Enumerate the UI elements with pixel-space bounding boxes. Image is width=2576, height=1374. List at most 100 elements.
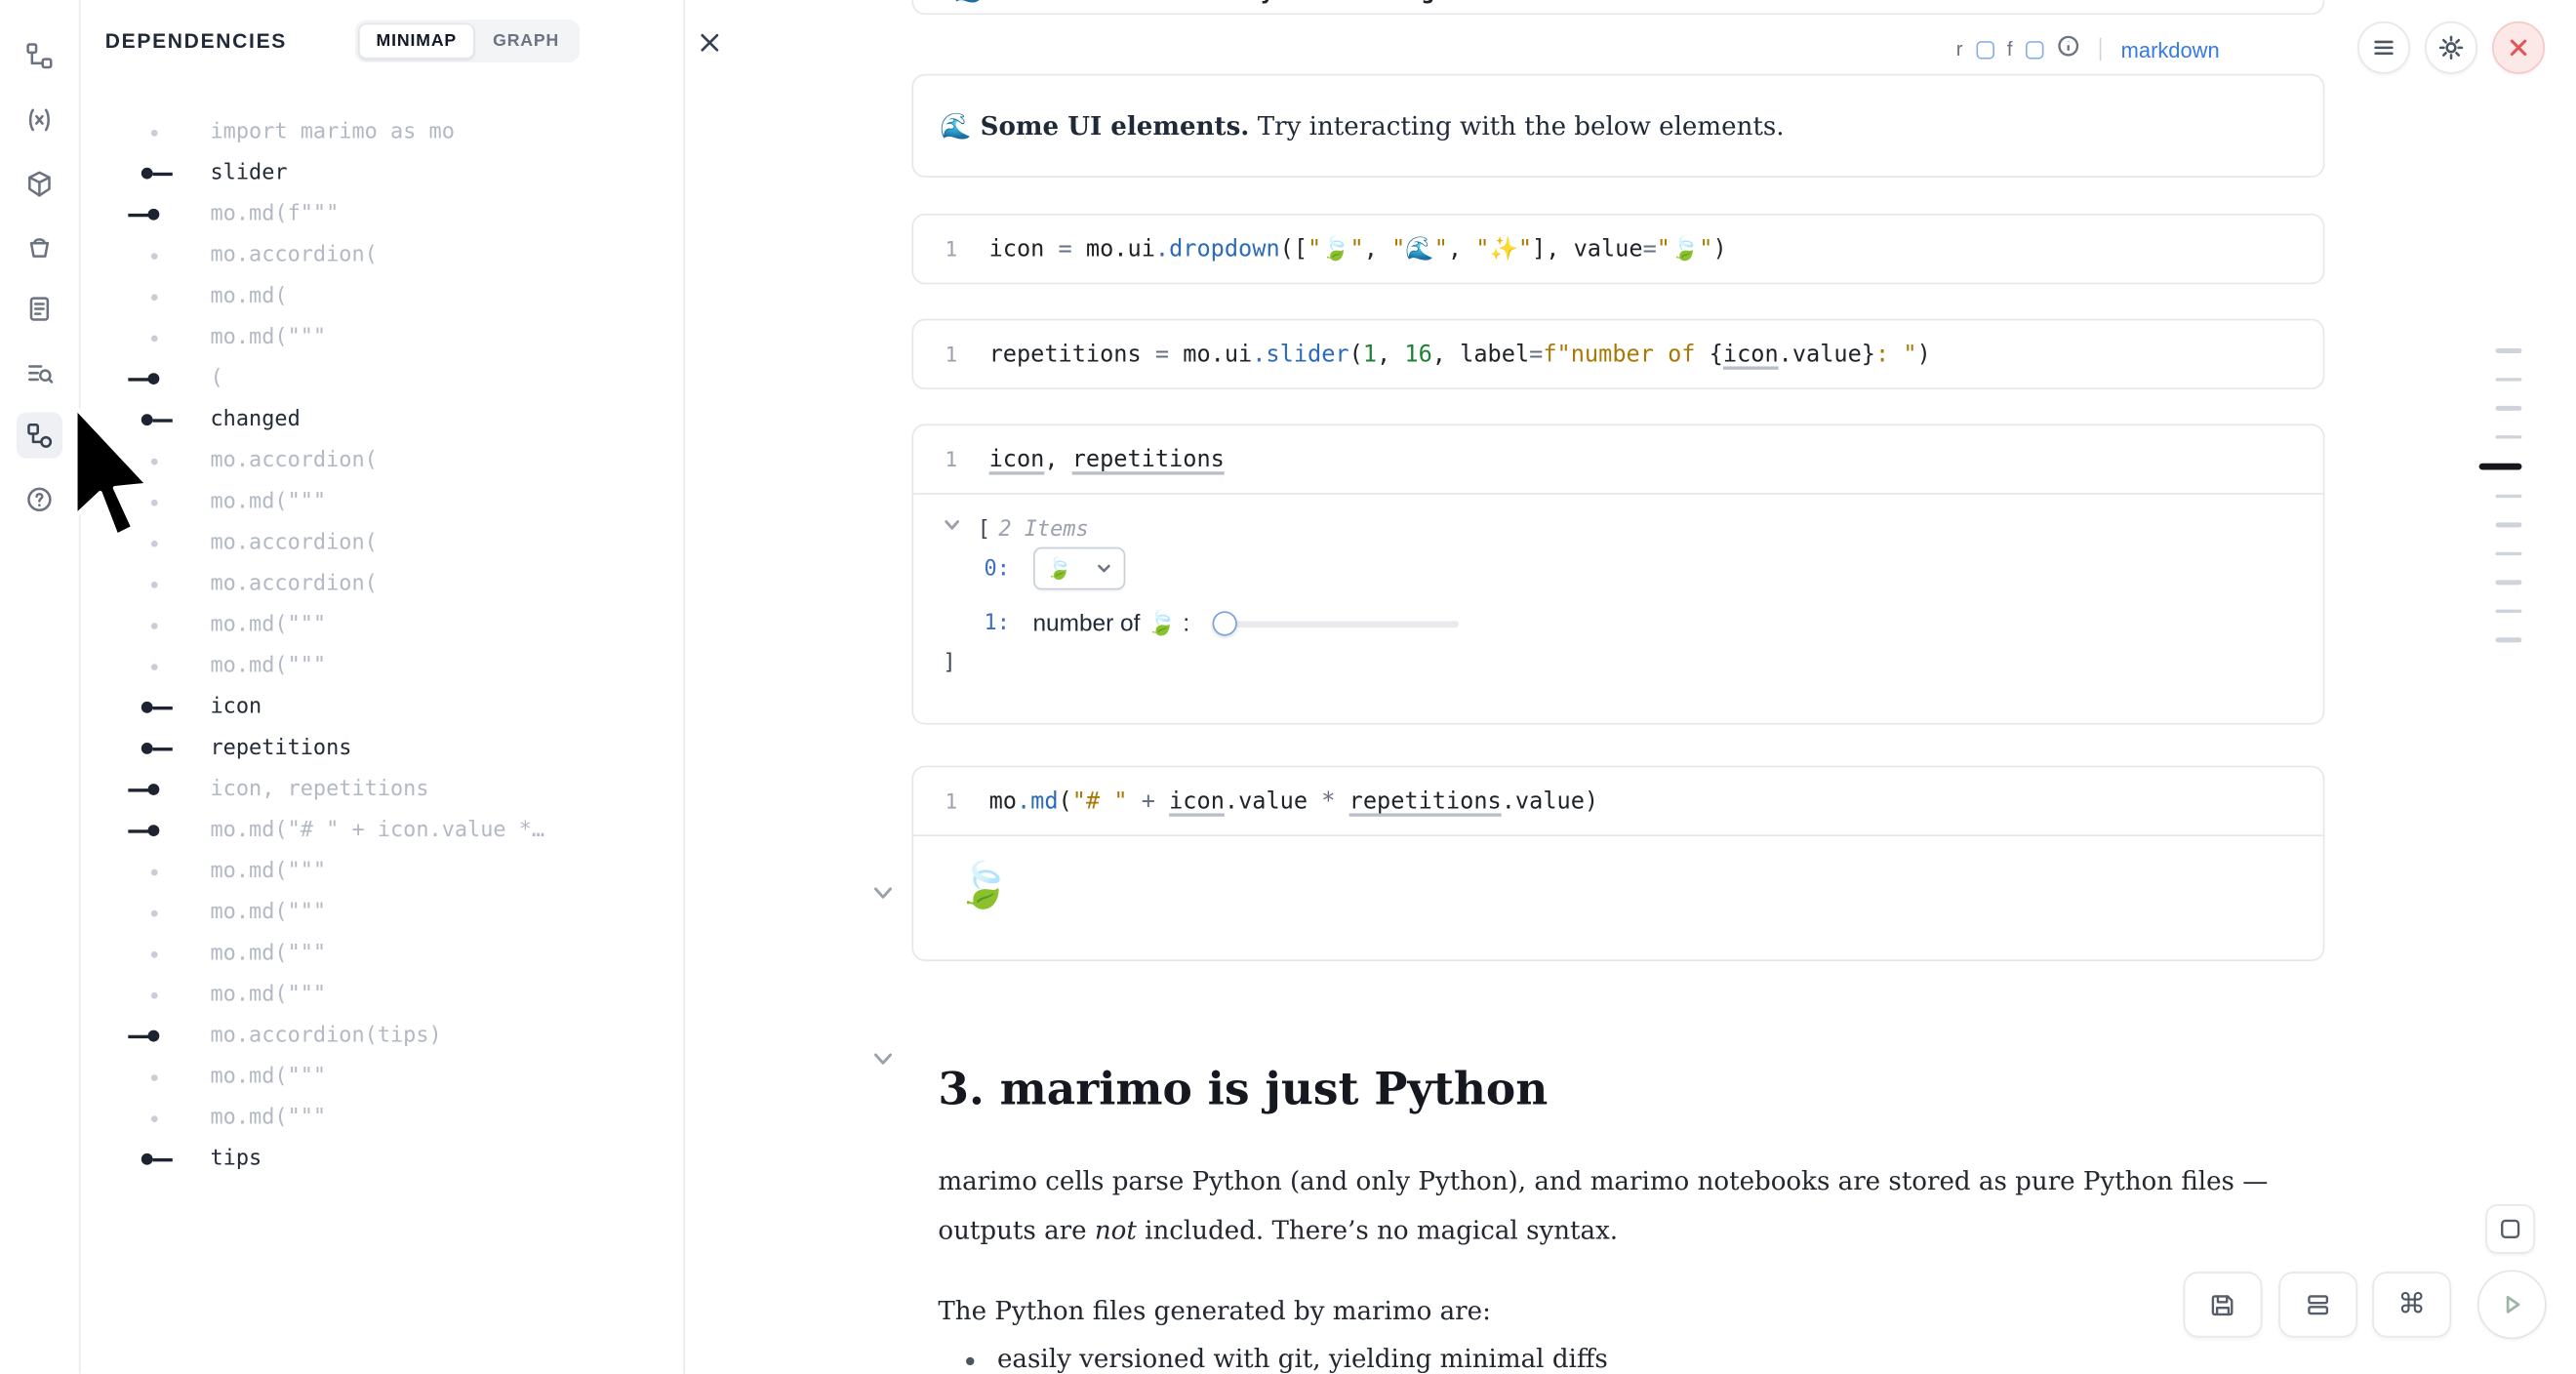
logs-icon[interactable] [17, 350, 62, 396]
code-cell-slider[interactable]: 1 repetitions = mo.ui.slider(1, 16, labe… [911, 319, 2324, 389]
packages-icon[interactable] [17, 161, 62, 207]
checkbox-r[interactable] [1976, 40, 1994, 59]
dependency-row[interactable]: tips [79, 1139, 682, 1180]
tree-collapse-icon[interactable] [943, 516, 969, 543]
dependency-row[interactable]: mo.md(""" [79, 605, 682, 646]
dependency-row[interactable]: mo.md(""" [79, 851, 682, 892]
tree-index-0: 0: [985, 556, 1010, 581]
section-paragraph-2: The Python files generated by marimo are… [938, 1285, 2293, 1335]
dependency-label: mo.md(""" [211, 325, 327, 349]
hint-f: f [2007, 38, 2013, 61]
dependency-row[interactable]: mo.accordion( [79, 235, 682, 276]
dependency-row[interactable]: import marimo as mo [79, 111, 682, 152]
dependency-row[interactable]: slider [79, 153, 682, 194]
checkbox-f[interactable] [2026, 40, 2044, 59]
dependency-label: repetitions [211, 736, 352, 760]
dependency-label: mo.accordion( [211, 572, 378, 596]
minimap-cell-line[interactable] [2495, 377, 2521, 381]
output-bold-text: 🌊 Some UI elements. [940, 110, 1249, 141]
dependencies-panel-title: DEPENDENCIES [105, 29, 287, 53]
save-button[interactable] [2184, 1272, 2263, 1337]
data-sources-icon[interactable] [17, 223, 62, 269]
code-line[interactable]: mo.md("# " + icon.value * repetitions.va… [989, 788, 1599, 814]
dependency-label: mo.md(""" [211, 901, 327, 925]
dependency-label: mo.md(""" [211, 490, 327, 514]
code-cell-tuple[interactable]: 1 icon, repetitions [ 2 Items 0: 🍃 1: nu [911, 424, 2324, 724]
dependency-row[interactable]: mo.md(""" [79, 1057, 682, 1098]
code-line[interactable]: repetitions = mo.ui.slider(1, 16, label=… [989, 341, 1931, 367]
dependency-row[interactable]: mo.md(""" [79, 317, 682, 358]
line-number: 1 [913, 447, 988, 471]
tab-graph[interactable]: GRAPH [475, 23, 578, 60]
file-tree-icon[interactable] [17, 33, 62, 79]
code-line[interactable]: icon, repetitions [989, 446, 1225, 472]
dependency-row[interactable]: mo.md(""" [79, 892, 682, 933]
dependency-row[interactable]: mo.accordion( [79, 563, 682, 604]
dependency-row[interactable]: changed [79, 399, 682, 440]
minimap-cell-line[interactable] [2495, 522, 2521, 526]
dependency-label: mo.accordion( [211, 531, 378, 555]
code-line[interactable]: icon = mo.ui.dropdown(["🍃", "🌊", "✨"], v… [989, 236, 1727, 263]
minimap-cell-line[interactable] [2495, 494, 2521, 498]
dependencies-panel: DEPENDENCIES MINIMAP GRAPH import marimo… [79, 0, 685, 1374]
scratchpad-icon[interactable] [17, 286, 62, 332]
tree-index-1: 1: [985, 611, 1010, 635]
dependency-row[interactable]: mo.accordion( [79, 522, 682, 563]
close-icon[interactable] [697, 29, 726, 59]
dependency-row[interactable]: mo.accordion( [79, 440, 682, 481]
dependency-row[interactable]: mo.accordion(tips) [79, 1016, 682, 1057]
cell-toolbar: r f markdown [911, 29, 2324, 68]
dependency-label: ( [211, 366, 223, 390]
dependency-row[interactable]: icon [79, 687, 682, 728]
keyboard-shortcuts-button[interactable]: ⌘ [2372, 1272, 2451, 1337]
dependencies-icon[interactable] [17, 413, 62, 459]
minimap-cell-line[interactable] [2495, 637, 2521, 641]
repetitions-slider[interactable] [1213, 610, 1460, 636]
minimap-cell-line[interactable] [2495, 406, 2521, 410]
slider-knob[interactable] [1213, 610, 1237, 634]
dropdown-select[interactable]: 🍃 [1032, 547, 1124, 590]
help-icon[interactable] [17, 476, 62, 522]
dependency-row[interactable]: mo.md(""" [79, 481, 682, 522]
output-rest-text: Try interacting with the below elements. [1249, 111, 1784, 141]
menu-button[interactable] [2357, 21, 2410, 74]
dependency-row[interactable]: mo.md(f""" [79, 194, 682, 235]
minimap-cell-line[interactable] [2495, 434, 2521, 438]
slider-track[interactable] [1223, 621, 1459, 627]
info-icon[interactable] [2057, 34, 2080, 65]
section-collapse-icon[interactable] [870, 1046, 897, 1072]
dependency-row[interactable]: mo.md( [79, 276, 682, 317]
run-all-button[interactable] [2477, 1270, 2547, 1339]
left-icon-rail [0, 0, 80, 1374]
settings-button[interactable] [2425, 21, 2477, 74]
shutdown-button[interactable] [2492, 21, 2545, 74]
dependency-row[interactable]: mo.md(""" [79, 974, 682, 1015]
minimap-cell-line[interactable] [2479, 464, 2522, 469]
minimap-cell-line[interactable] [2495, 580, 2521, 584]
markdown-output-cell: 🌊 Some UI elements. Try interacting with… [911, 74, 2324, 178]
dependency-label: mo.md("# " + icon.value *… [211, 818, 545, 842]
code-cell-md[interactable]: 1 mo.md("# " + icon.value * repetitions.… [911, 766, 2324, 961]
tab-minimap[interactable]: MINIMAP [358, 23, 475, 60]
minimap-cell-line[interactable] [2495, 609, 2521, 613]
dependency-row[interactable]: repetitions [79, 728, 682, 769]
dependency-row[interactable]: mo.md("# " + icon.value *… [79, 810, 682, 851]
dependency-row[interactable]: ( [79, 358, 682, 399]
cell-mode-label[interactable]: markdown [2121, 37, 2220, 61]
code-cell-dropdown[interactable]: 1 icon = mo.ui.dropdown(["🍃", "🌊", "✨"],… [911, 214, 2324, 284]
minimap-cell-line[interactable] [2495, 348, 2521, 352]
dependency-row[interactable]: icon, repetitions [79, 769, 682, 810]
dependency-row[interactable]: mo.md(""" [79, 646, 682, 687]
save-icon [2210, 1291, 2236, 1317]
dependency-row[interactable]: mo.md(""" [79, 1098, 682, 1139]
dependency-row[interactable]: mo.md(""" [79, 933, 682, 974]
dependency-label: mo.md(""" [211, 1106, 327, 1130]
dependency-label: import marimo as mo [211, 120, 455, 144]
panel-toggle-button[interactable] [2485, 1204, 2535, 1254]
layout-button[interactable] [2278, 1272, 2357, 1337]
cell-collapse-icon[interactable] [870, 880, 897, 907]
clipped-markdown-editor[interactable]: 🌊 Some UI elements. Try interacting with… [911, 0, 2324, 15]
minimap-cell-line[interactable] [2495, 551, 2521, 555]
dependency-label: mo.accordion( [211, 243, 378, 267]
variables-icon[interactable] [17, 97, 62, 142]
